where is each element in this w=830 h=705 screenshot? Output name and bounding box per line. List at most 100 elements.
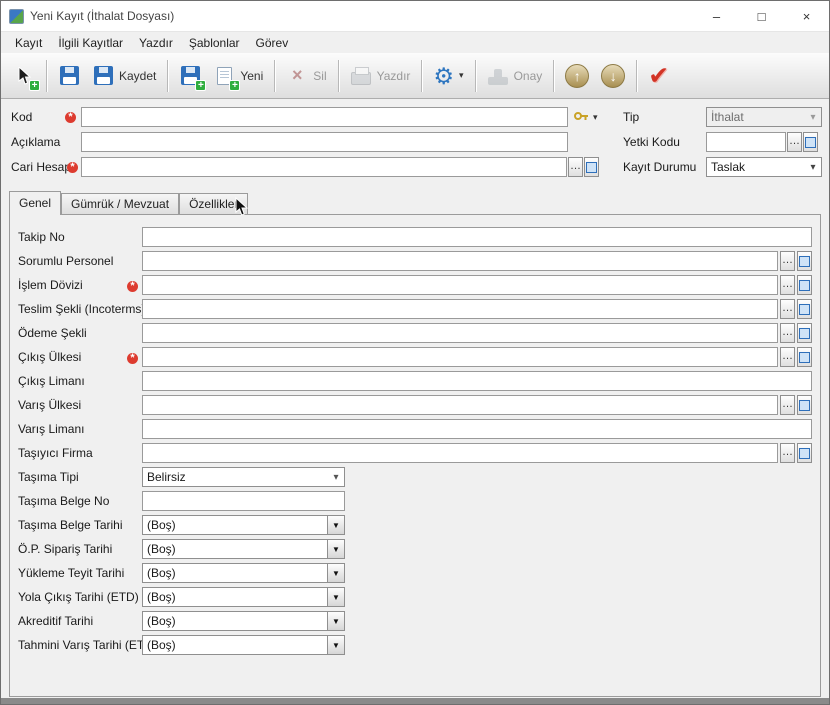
- islem-dovizi-input[interactable]: [142, 275, 778, 295]
- plus-badge-icon: [229, 80, 240, 91]
- approve-label: Onay: [514, 69, 543, 83]
- teslim-sekli-view-button[interactable]: [797, 299, 812, 319]
- yola-cikis-tarihi-value: (Boş): [143, 590, 327, 604]
- menu-gorev[interactable]: Görev: [248, 33, 297, 53]
- tip-combobox: İthalat ▾: [706, 107, 822, 127]
- akreditif-tarihi-datepicker[interactable]: (Boş) ▼: [142, 611, 345, 631]
- odeme-sekli-input[interactable]: [142, 323, 778, 343]
- titlebar: Yeni Kayıt (İthalat Dosyası) – □ ×: [1, 1, 829, 31]
- new-record-button[interactable]: [7, 61, 41, 91]
- toolbar-separator: [636, 60, 637, 92]
- tab-genel[interactable]: Genel: [9, 191, 61, 214]
- kod-input[interactable]: [81, 107, 568, 127]
- chevron-down-icon: ▾: [805, 112, 821, 123]
- dropdown-arrow-icon: ▼: [327, 588, 344, 606]
- sorumlu-personel-lookup-button[interactable]: …: [780, 251, 795, 271]
- next-record-button[interactable]: ↓: [595, 60, 631, 92]
- menu-ilgili-kayitlar[interactable]: İlgili Kayıtlar: [50, 33, 131, 53]
- maximize-button[interactable]: □: [739, 1, 784, 31]
- cikis-ulkesi-view-button[interactable]: [797, 347, 812, 367]
- dropdown-arrow-icon: ▼: [327, 540, 344, 558]
- kayit-durumu-combobox[interactable]: Taslak ▾: [706, 157, 822, 177]
- settings-button[interactable]: ⚙ ▾: [427, 61, 469, 91]
- tasima-belge-no-label: Taşıma Belge No: [10, 494, 122, 508]
- cari-hesap-input[interactable]: [81, 157, 567, 177]
- cikis-ulkesi-lookup-button[interactable]: …: [780, 347, 795, 367]
- varis-limani-input[interactable]: [142, 419, 812, 439]
- yetki-kodu-lookup-button[interactable]: …: [787, 132, 802, 152]
- yukleme-teyit-tarihi-datepicker[interactable]: (Boş) ▼: [142, 563, 345, 583]
- toolbar-separator: [475, 60, 476, 92]
- toolbar-separator: [274, 60, 275, 92]
- yola-cikis-tarihi-datepicker[interactable]: (Boş) ▼: [142, 587, 345, 607]
- yukleme-teyit-tarihi-label: Yükleme Teyit Tarihi: [10, 566, 122, 580]
- cikis-limani-input[interactable]: [142, 371, 812, 391]
- field-row-akreditif-tarihi: Akreditif Tarihi (Boş) ▼: [10, 611, 820, 631]
- delete-label: Sil: [313, 69, 326, 83]
- tasiyici-firma-view-button[interactable]: [797, 443, 812, 463]
- close-button[interactable]: ×: [784, 1, 829, 31]
- key-icon[interactable]: [573, 109, 590, 127]
- red-check-icon: ✔: [648, 64, 669, 88]
- cikis-ulkesi-label: Çıkış Ülkesi: [10, 350, 122, 364]
- op-siparis-tarihi-datepicker[interactable]: (Boş) ▼: [142, 539, 345, 559]
- field-row-tahmini-varis-tarihi: Tahmini Varış Tarihi (ETA) (Boş) ▼: [10, 635, 820, 655]
- varis-limani-label: Varış Limanı: [10, 422, 122, 436]
- varis-ulkesi-input[interactable]: [142, 395, 778, 415]
- save-new-button[interactable]: [173, 61, 207, 91]
- tahmini-varis-tarihi-datepicker[interactable]: (Boş) ▼: [142, 635, 345, 655]
- printer-icon: [350, 65, 372, 87]
- new-button[interactable]: Yeni: [207, 61, 269, 91]
- previous-record-button[interactable]: ↑: [559, 60, 595, 92]
- odeme-sekli-lookup-button[interactable]: …: [780, 323, 795, 343]
- save-button[interactable]: [52, 61, 86, 91]
- settings-caret-icon: ▾: [459, 70, 464, 81]
- teslim-sekli-input[interactable]: [142, 299, 778, 319]
- odeme-sekli-view-button[interactable]: [797, 323, 812, 343]
- cari-hesap-view-button[interactable]: [584, 157, 599, 177]
- save-close-button[interactable]: Kaydet: [86, 61, 162, 91]
- tasima-belge-tarihi-label: Taşıma Belge Tarihi: [10, 518, 122, 532]
- cari-hesap-lookup-button[interactable]: …: [568, 157, 583, 177]
- menu-yazdir[interactable]: Yazdır: [131, 33, 181, 53]
- kod-label: Kod: [11, 110, 32, 124]
- sorumlu-personel-label: Sorumlu Personel: [10, 254, 122, 268]
- confirm-button[interactable]: ✔: [642, 60, 675, 92]
- islem-dovizi-view-button[interactable]: [797, 275, 812, 295]
- cikis-limani-label: Çıkış Limanı: [10, 374, 122, 388]
- required-icon: [65, 112, 76, 123]
- cikis-ulkesi-input[interactable]: [142, 347, 778, 367]
- tasima-belge-no-input[interactable]: [142, 491, 345, 511]
- app-icon: [9, 9, 24, 24]
- save-icon: [58, 65, 80, 87]
- sorumlu-personel-view-button[interactable]: [797, 251, 812, 271]
- toolbar-separator: [421, 60, 422, 92]
- yetki-kodu-view-button[interactable]: [803, 132, 818, 152]
- yetki-kodu-input[interactable]: [706, 132, 786, 152]
- takip-no-input[interactable]: [142, 227, 812, 247]
- menu-kayit[interactable]: Kayıt: [7, 33, 50, 53]
- tasima-belge-tarihi-datepicker[interactable]: (Boş) ▼: [142, 515, 345, 535]
- varis-ulkesi-lookup-button[interactable]: …: [780, 395, 795, 415]
- menu-sablonlar[interactable]: Şablonlar: [181, 33, 248, 53]
- dropdown-arrow-icon: ▼: [327, 564, 344, 582]
- minimize-button[interactable]: –: [694, 1, 739, 31]
- kod-dropdown-icon[interactable]: ▾: [593, 112, 598, 123]
- tab-gumruk-mevzuat[interactable]: Gümrük / Mevzuat: [61, 193, 179, 214]
- save-close-icon: [92, 65, 114, 87]
- tab-strip: Genel Gümrük / Mevzuat Özellikler: [9, 191, 821, 214]
- tasima-tipi-combobox[interactable]: Belirsiz ▾: [142, 467, 345, 487]
- required-icon: [67, 162, 78, 173]
- save-close-label: Kaydet: [119, 69, 156, 83]
- dropdown-arrow-icon: ▼: [327, 612, 344, 630]
- islem-dovizi-lookup-button[interactable]: …: [780, 275, 795, 295]
- tasiyici-firma-lookup-button[interactable]: …: [780, 443, 795, 463]
- varis-ulkesi-view-button[interactable]: [797, 395, 812, 415]
- tasiyici-firma-input[interactable]: [142, 443, 778, 463]
- sorumlu-personel-input[interactable]: [142, 251, 778, 271]
- aciklama-input[interactable]: [81, 132, 568, 152]
- teslim-sekli-lookup-button[interactable]: …: [780, 299, 795, 319]
- header-form: Kod ▾ Tip İthalat ▾ Açıklama Yetki Kodu …: [1, 99, 829, 183]
- tab-ozellikler[interactable]: Özellikler: [179, 193, 248, 214]
- field-row-tasima-belge-no: Taşıma Belge No: [10, 491, 820, 511]
